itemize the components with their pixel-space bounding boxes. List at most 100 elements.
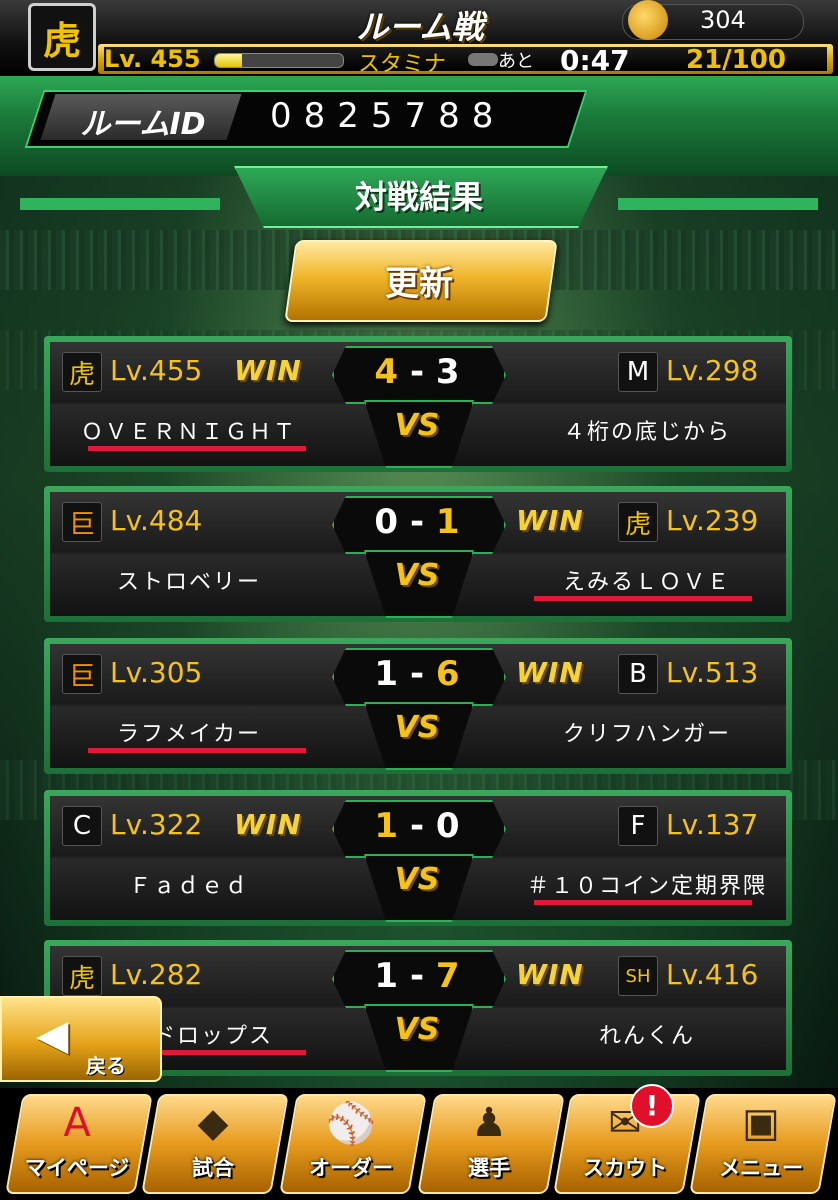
match-card[interactable]: 虎 Lv.455 WIN 4 - 3 M Lv.298 VS ＯＶＥＲＮＩＧＨＴ… xyxy=(44,336,792,472)
right-team-logo-glyph: F xyxy=(630,811,646,841)
right-score: 0 xyxy=(435,806,460,846)
left-player-name: ＯＶＥＲＮＩＧＨＴ xyxy=(80,420,297,445)
left-player-name: ラフメイカー xyxy=(116,722,261,747)
left-score: 1 xyxy=(374,806,399,846)
right-team-logo-icon: 虎 xyxy=(618,502,658,542)
right-player-name: えみるＬＯＶＥ xyxy=(562,570,731,595)
right-score: 1 xyxy=(435,502,460,542)
score-separator: - xyxy=(409,806,436,846)
order-icon: ⚾ xyxy=(326,1101,376,1147)
stamina-timer: 0:47 xyxy=(560,44,630,77)
match-score: 1 - 0 xyxy=(332,806,502,846)
tigers-logo-glyph: 虎 xyxy=(42,17,81,63)
left-team-logo-glyph: 巨 xyxy=(68,509,95,540)
back-button[interactable] xyxy=(0,996,162,1082)
name-underline xyxy=(88,446,306,451)
vs-label: VS xyxy=(394,862,440,897)
left-score: 4 xyxy=(374,352,399,392)
right-player-level: Lv.239 xyxy=(666,504,759,537)
back-arrow-icon: ◀ xyxy=(36,1010,69,1059)
left-team-logo-glyph: 虎 xyxy=(68,359,95,390)
left-team-logo-icon: 虎 xyxy=(62,956,102,996)
match-card[interactable]: C Lv.322 WIN 1 - 0 F Lv.137 VS Ｆａｄｅｄ ＃１０… xyxy=(44,790,792,926)
score-separator: - xyxy=(409,654,436,694)
right-team-logo-glyph: SH xyxy=(625,965,651,987)
left-team-logo-icon: 巨 xyxy=(62,654,102,694)
right-player-level: Lv.298 xyxy=(666,354,759,387)
menu-icon: ▣ xyxy=(742,1100,780,1146)
mypage-icon: A xyxy=(63,1100,91,1146)
page-title: ルーム戦 xyxy=(356,8,484,46)
right-win-label: WIN xyxy=(516,504,584,537)
score-separator: - xyxy=(409,502,436,542)
left-score: 1 xyxy=(374,654,399,694)
nav-game-label: 試合 xyxy=(192,1156,234,1180)
right-team-logo-glyph: M xyxy=(626,357,650,387)
left-team-logo-glyph: 巨 xyxy=(68,661,95,692)
right-team-logo-icon: B xyxy=(618,654,658,694)
left-win-label: WIN xyxy=(234,354,302,387)
score-separator: - xyxy=(409,352,436,392)
right-team-logo-icon: M xyxy=(618,352,658,392)
coin-count: 304 xyxy=(700,6,746,34)
left-player-level: Lv.484 xyxy=(110,504,203,537)
nav-menu-label: メニュー xyxy=(719,1156,803,1180)
nav-mypage-label: マイページ xyxy=(24,1156,130,1180)
left-player-name: ストロベリー xyxy=(116,570,261,595)
right-team-logo-icon: SH xyxy=(618,956,658,996)
left-score: 0 xyxy=(374,502,399,542)
players-icon: ♟ xyxy=(471,1100,507,1146)
right-win-label: WIN xyxy=(516,958,584,991)
vs-label: VS xyxy=(394,710,440,745)
match-card[interactable]: 巨 Lv.484 0 - 1 WIN 虎 Lv.239 VS ストロベリー えみ… xyxy=(44,486,792,622)
left-player-level: Lv.455 xyxy=(110,354,203,387)
left-team-logo-icon: C xyxy=(62,806,102,846)
nav-players-label: 選手 xyxy=(468,1156,510,1180)
left-team-logo-icon: 虎 xyxy=(62,352,102,392)
match-score: 1 - 7 xyxy=(332,956,502,996)
left-win-label: WIN xyxy=(234,808,302,841)
name-underline xyxy=(88,748,306,753)
game-icon: ◆ xyxy=(197,1100,229,1146)
right-team-logo-glyph: 虎 xyxy=(624,509,651,540)
left-team-logo-glyph: 虎 xyxy=(68,963,95,994)
right-player-level: Lv.416 xyxy=(666,958,759,991)
right-win-label: WIN xyxy=(516,656,584,689)
stamina-gauge-fill xyxy=(215,54,242,67)
name-underline xyxy=(534,596,752,601)
right-team-logo-glyph: B xyxy=(629,659,647,689)
left-team-logo-icon: 巨 xyxy=(62,502,102,542)
right-score: 6 xyxy=(435,654,460,694)
right-player-name: ４桁の底じから xyxy=(562,420,731,445)
vs-label: VS xyxy=(394,1012,440,1047)
match-score: 0 - 1 xyxy=(332,502,502,542)
nav-order-label: オーダー xyxy=(309,1156,393,1180)
vs-label: VS xyxy=(394,558,440,593)
stamina-gauge xyxy=(214,53,344,68)
left-score: 1 xyxy=(374,956,399,996)
left-player-level: Lv.322 xyxy=(110,808,203,841)
stamina-label: スタミナ xyxy=(358,52,447,77)
refresh-button[interactable] xyxy=(284,240,558,322)
stamina-count: 21/100 xyxy=(686,45,786,75)
match-score: 1 - 6 xyxy=(332,654,502,694)
left-player-level: Lv.305 xyxy=(110,656,203,689)
coin-icon xyxy=(628,0,668,40)
tigers-logo-icon[interactable]: 虎 xyxy=(28,3,96,71)
recovery-gauge xyxy=(468,53,498,66)
right-score: 7 xyxy=(435,956,460,996)
results-title: 対戦結果 xyxy=(354,178,483,216)
player-level: Lv. 455 xyxy=(104,45,201,73)
right-player-level: Lv.513 xyxy=(666,656,759,689)
right-player-name: ＃１０コイン定期界隈 xyxy=(526,874,767,899)
score-separator: - xyxy=(409,956,436,996)
header-wing-right xyxy=(618,198,818,210)
right-score: 3 xyxy=(435,352,460,392)
header-wing-left xyxy=(20,198,220,210)
match-card[interactable]: 巨 Lv.305 1 - 6 WIN B Lv.513 VS ラフメイカー クリ… xyxy=(44,638,792,774)
room-id-label: ルームID xyxy=(80,107,206,142)
name-underline xyxy=(534,900,752,905)
nav-scout-label: スカウト xyxy=(583,1156,667,1180)
room-id-value: 0825788 xyxy=(270,96,506,136)
left-player-name: Ｆａｄｅｄ xyxy=(128,874,249,899)
